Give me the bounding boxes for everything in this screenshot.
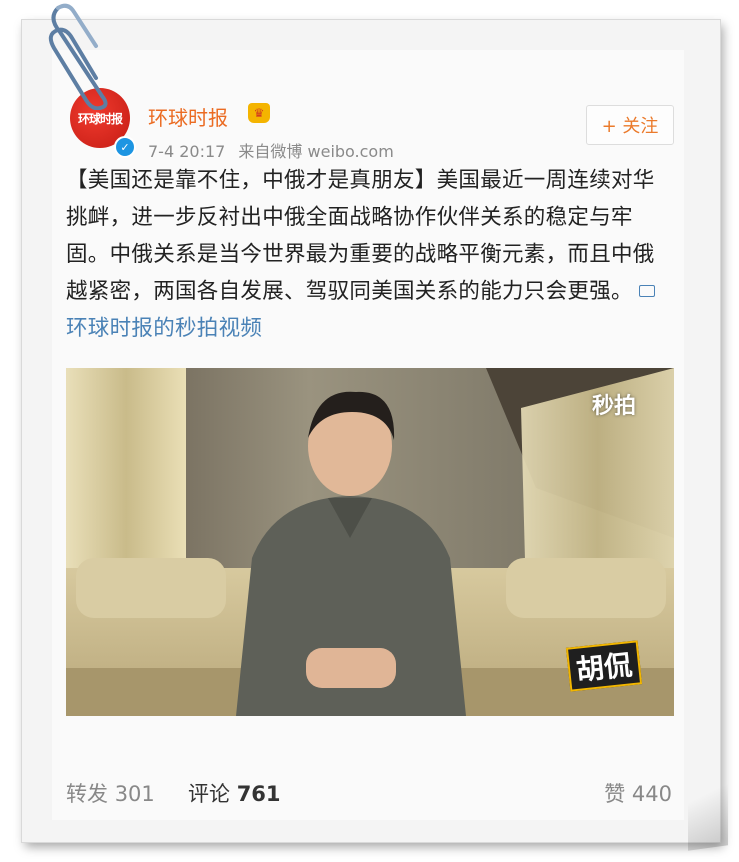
avatar-logo-text: 环球时报: [77, 111, 123, 126]
repost-label: 转发: [66, 782, 108, 806]
repost-count: 301: [114, 782, 155, 806]
account-name[interactable]: 环球时报: [148, 102, 228, 131]
video-link-icon: [638, 285, 655, 297]
like-count: 440: [631, 782, 672, 806]
video-player[interactable]: 秒拍 胡侃: [66, 368, 674, 716]
vip-crown-icon: ♛: [248, 103, 270, 123]
page-curl: [688, 755, 728, 851]
like-button[interactable]: 赞 440: [604, 778, 672, 808]
post-body: 【美国还是靠不住，中俄才是真朋友】美国最近一周连续对华挑衅，进一步反衬出中俄全面…: [66, 168, 655, 304]
comment-count: 761: [236, 782, 281, 806]
timestamp[interactable]: 7-4 20:17: [148, 142, 225, 161]
like-label: 赞: [604, 782, 626, 806]
miaopai-watermark: 秒拍: [591, 394, 636, 419]
post-text: 【美国还是靠不住，中俄才是真朋友】美国最近一周连续对华挑衅，进一步反衬出中俄全面…: [66, 162, 672, 347]
paperclip-icon: [48, 3, 108, 110]
program-badge: 胡侃: [565, 640, 643, 692]
video-link[interactable]: 环球时报的秒拍视频: [66, 316, 262, 341]
comment-label: 评论: [188, 782, 230, 806]
comment-button[interactable]: 评论 761: [188, 778, 281, 808]
verified-icon: ✓: [114, 136, 136, 158]
post-meta: 7-4 20:17 来自微博 weibo.com: [148, 138, 394, 162]
photo-frame: 环球时报 ✓ 环球时报 ♛ 7-4 20:17 来自微博 weibo.com +…: [22, 20, 728, 851]
repost-button[interactable]: 转发 301: [66, 778, 155, 808]
follow-button[interactable]: + 关注: [586, 105, 674, 145]
post-source: 来自微博 weibo.com: [238, 142, 394, 161]
weibo-post-card: 环球时报 ✓ 环球时报 ♛ 7-4 20:17 来自微博 weibo.com +…: [52, 50, 684, 820]
